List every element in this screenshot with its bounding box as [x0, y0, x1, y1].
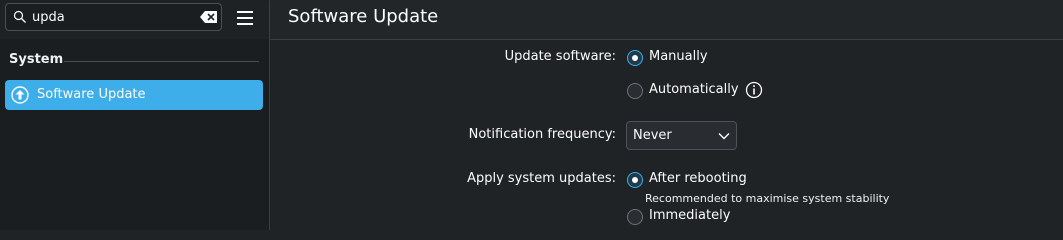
- info-icon[interactable]: [745, 81, 763, 99]
- toolbar-separator: [269, 4, 270, 32]
- after-rebooting-radio[interactable]: [627, 172, 643, 188]
- search-field[interactable]: [5, 3, 222, 31]
- sidebar-item-label: Software Update: [37, 87, 146, 102]
- category-divider: [64, 61, 259, 62]
- sidebar-item-software-update[interactable]: Software Update: [5, 80, 263, 110]
- search-icon: [13, 10, 26, 23]
- immediately-radio[interactable]: [627, 209, 643, 225]
- hamburger-menu-icon[interactable]: [234, 8, 256, 28]
- automatically-radio[interactable]: [627, 83, 643, 99]
- notification-frequency-label: Notification frequency:: [468, 127, 616, 142]
- after-rebooting-option-label[interactable]: After rebooting: [649, 171, 747, 186]
- apply-updates-label: Apply system updates:: [467, 171, 616, 186]
- search-input[interactable]: [32, 7, 192, 27]
- clear-search-icon[interactable]: [200, 10, 218, 24]
- notification-frequency-value: Never: [633, 128, 672, 143]
- after-rebooting-hint: Recommended to maximise system stability: [645, 192, 890, 205]
- automatically-option-label[interactable]: Automatically: [649, 82, 739, 97]
- update-icon: [11, 86, 29, 104]
- update-software-label: Update software:: [504, 49, 616, 64]
- chevron-down-icon: [718, 133, 730, 140]
- notification-frequency-select[interactable]: Never: [626, 121, 737, 150]
- manually-radio[interactable]: [627, 50, 643, 66]
- page-title: Software Update: [288, 6, 439, 27]
- manually-option-label[interactable]: Manually: [649, 49, 708, 64]
- immediately-option-label[interactable]: Immediately: [649, 208, 730, 223]
- sidebar-category-header: System: [9, 52, 64, 67]
